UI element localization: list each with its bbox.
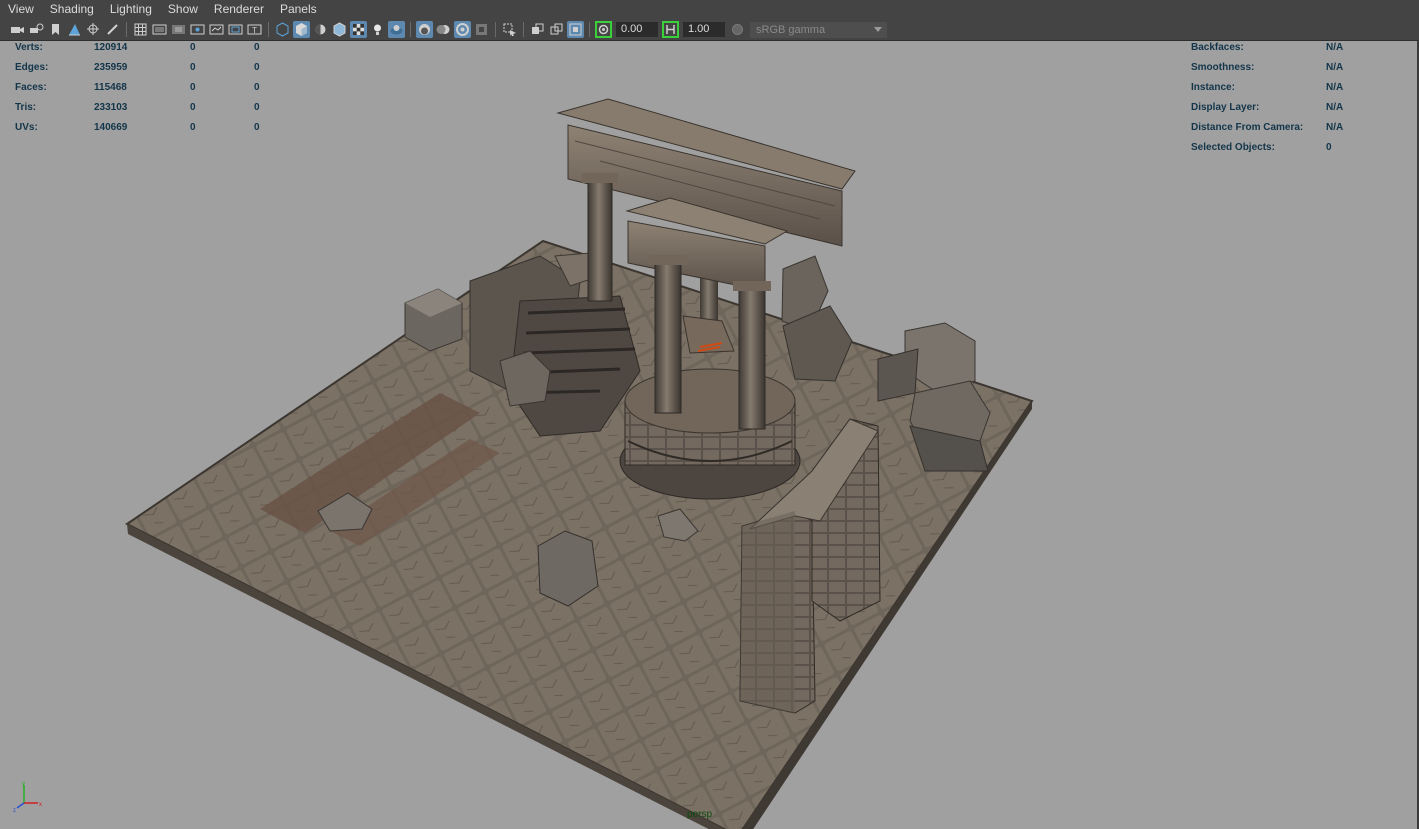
hud-selected-objects-label: Selected Objects: bbox=[1191, 142, 1275, 153]
depth-of-field-icon[interactable] bbox=[473, 21, 490, 38]
toolbar-separator bbox=[523, 22, 524, 37]
toolbar-separator bbox=[268, 22, 269, 37]
chevron-down-icon bbox=[874, 26, 882, 32]
isolate-select-icon[interactable] bbox=[501, 21, 518, 38]
hud-tris-visible: 0 bbox=[254, 102, 260, 113]
image-plane-icon[interactable] bbox=[66, 21, 83, 38]
shadows-icon[interactable] bbox=[388, 21, 405, 38]
hud-display-layer-value: N/A bbox=[1326, 102, 1344, 113]
hud-smoothness-label: Smoothness: bbox=[1191, 62, 1255, 73]
default-material-icon[interactable] bbox=[312, 21, 329, 38]
color-management-icon[interactable] bbox=[729, 21, 746, 38]
view-transform-value: sRGB gamma bbox=[756, 23, 826, 36]
use-all-lights-icon[interactable] bbox=[369, 21, 386, 38]
column bbox=[582, 173, 618, 183]
hud-uvs-visible: 0 bbox=[254, 122, 260, 133]
svg-text:x: x bbox=[39, 802, 42, 808]
hud-verts-label: Verts: bbox=[15, 42, 43, 53]
wireframe-on-shaded-icon[interactable] bbox=[331, 21, 348, 38]
xray-active-components-icon[interactable] bbox=[548, 21, 565, 38]
hud-selected-objects-value: 0 bbox=[1326, 142, 1332, 153]
hud-edges-value: 235959 bbox=[94, 62, 128, 73]
safe-action-icon[interactable] bbox=[227, 21, 244, 38]
hud-smoothness-value: N/A bbox=[1326, 62, 1344, 73]
menu-renderer[interactable]: Renderer bbox=[206, 0, 272, 19]
resolution-gate-icon[interactable] bbox=[170, 21, 187, 38]
safe-title-icon[interactable]: T bbox=[246, 21, 263, 38]
hud-display-layer-label: Display Layer: bbox=[1191, 102, 1260, 113]
column bbox=[733, 281, 771, 291]
toolbar-separator bbox=[589, 22, 590, 37]
hud-edges-label: Edges: bbox=[15, 62, 49, 73]
exposure-field[interactable]: 0.00 bbox=[616, 22, 658, 37]
hud-instance-value: N/A bbox=[1326, 82, 1344, 93]
menu-view[interactable]: View bbox=[0, 0, 42, 19]
hud-faces-label: Faces: bbox=[15, 82, 47, 93]
xray-icon[interactable] bbox=[529, 21, 546, 38]
dais-top bbox=[624, 368, 796, 434]
column bbox=[738, 288, 766, 430]
hud-instance-label: Instance: bbox=[1191, 82, 1235, 93]
hud-backfaces-value: N/A bbox=[1326, 42, 1344, 53]
motion-blur-icon[interactable] bbox=[435, 21, 452, 38]
toolbar-separator bbox=[410, 22, 411, 37]
svg-text:y: y bbox=[22, 781, 25, 787]
hud-verts-visible: 0 bbox=[254, 42, 260, 53]
bookmark-icon[interactable] bbox=[47, 21, 64, 38]
hud-backfaces-label: Backfaces: bbox=[1191, 42, 1244, 53]
grease-pencil-icon[interactable] bbox=[104, 21, 121, 38]
gate-mask-icon[interactable] bbox=[189, 21, 206, 38]
arch-pillar-face bbox=[740, 511, 795, 713]
hud-uvs-label: UVs: bbox=[15, 122, 38, 133]
hud-faces-selected: 0 bbox=[190, 82, 196, 93]
exposure-icon[interactable] bbox=[595, 21, 612, 38]
multisample-aa-icon[interactable] bbox=[454, 21, 471, 38]
panel-menu-bar: View Shading Lighting Show Renderer Pane… bbox=[0, 0, 1419, 20]
gamma-field[interactable]: 1.00 bbox=[683, 22, 725, 37]
textured-icon[interactable] bbox=[350, 21, 367, 38]
film-gate-icon[interactable] bbox=[151, 21, 168, 38]
column bbox=[649, 255, 687, 265]
camera-attributes-icon[interactable] bbox=[28, 21, 45, 38]
hud-faces-visible: 0 bbox=[254, 82, 260, 93]
menu-panels[interactable]: Panels bbox=[272, 0, 325, 19]
2d-pan-zoom-icon[interactable] bbox=[85, 21, 102, 38]
hud-edges-visible: 0 bbox=[254, 62, 260, 73]
camera-name-label: persp bbox=[687, 809, 713, 820]
camera-icon[interactable] bbox=[9, 21, 26, 38]
column bbox=[654, 262, 682, 414]
hud-tris-selected: 0 bbox=[190, 102, 196, 113]
smooth-shade-icon[interactable] bbox=[293, 21, 310, 38]
screen-space-ao-icon[interactable] bbox=[416, 21, 433, 38]
view-transform-dropdown[interactable]: sRGB gamma bbox=[750, 21, 887, 38]
axis-gizmo-icon: y x z bbox=[13, 781, 42, 813]
hud-edges-selected: 0 bbox=[190, 62, 196, 73]
hud-uvs-value: 140669 bbox=[94, 122, 128, 133]
hud-verts-selected: 0 bbox=[190, 42, 196, 53]
hud-tris-label: Tris: bbox=[15, 102, 37, 113]
menu-lighting[interactable]: Lighting bbox=[102, 0, 160, 19]
hud-tris-value: 233103 bbox=[94, 102, 128, 113]
menu-show[interactable]: Show bbox=[160, 0, 206, 19]
gamma-icon[interactable] bbox=[662, 21, 679, 38]
wireframe-icon[interactable] bbox=[274, 21, 291, 38]
svg-text:z: z bbox=[13, 808, 16, 813]
hud-verts-value: 120914 bbox=[94, 42, 128, 53]
hud-faces-value: 115468 bbox=[94, 82, 127, 93]
panel-toolbar: T 0.00 1.00 sRGB gamma bbox=[0, 19, 1419, 41]
field-chart-icon[interactable] bbox=[208, 21, 225, 38]
hud-uvs-selected: 0 bbox=[190, 122, 196, 133]
scene-render bbox=[125, 98, 1034, 829]
svg-text:T: T bbox=[252, 26, 257, 35]
toolbar-separator bbox=[126, 22, 127, 37]
menu-shading[interactable]: Shading bbox=[42, 0, 102, 19]
perspective-viewport[interactable]: Verts: 120914 0 0 Edges: 235959 0 0 Face… bbox=[0, 41, 1419, 829]
column bbox=[587, 180, 613, 302]
hud-distance-value: N/A bbox=[1326, 122, 1344, 133]
toolbar-separator bbox=[495, 22, 496, 37]
hud-distance-label: Distance From Camera: bbox=[1191, 122, 1304, 133]
grid-icon[interactable] bbox=[132, 21, 149, 38]
xray-joints-icon[interactable] bbox=[567, 21, 584, 38]
